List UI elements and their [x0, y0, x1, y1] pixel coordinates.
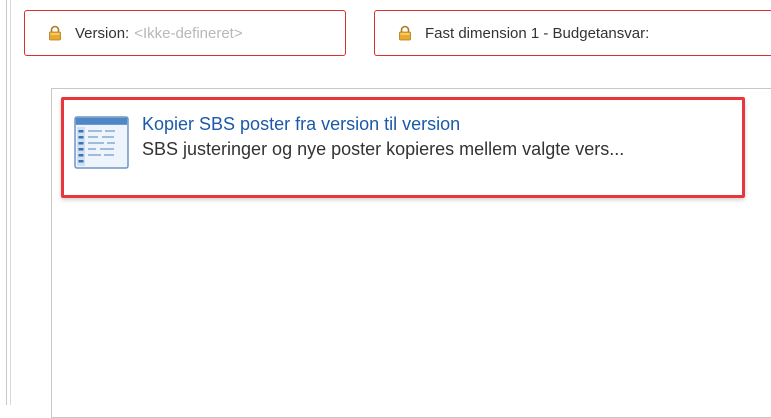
- item-title-link[interactable]: Kopier SBS poster fra version til versio…: [142, 114, 460, 135]
- item-description: SBS justeringer og nye poster kopieres m…: [142, 139, 625, 159]
- version-filter-value: <Ikke-defineret>: [134, 24, 243, 42]
- dimension-filter-button[interactable]: Fast dimension 1 - Budgetansvar:: [374, 10, 771, 56]
- lock-icon: [49, 25, 61, 41]
- table-document-icon: [74, 116, 129, 169]
- version-filter-button[interactable]: Version: <Ikke-defineret>: [24, 10, 346, 56]
- task-list-panel: Kopier SBS poster fra version til versio…: [51, 88, 771, 418]
- dimension-filter-label: Fast dimension 1 - Budgetansvar:: [425, 24, 650, 42]
- window-left-border: [6, 0, 7, 405]
- lock-icon: [399, 25, 411, 41]
- window-left-border-inner: [10, 0, 11, 405]
- version-filter-label: Version:: [75, 24, 130, 42]
- list-item[interactable]: Kopier SBS poster fra version til versio…: [61, 97, 745, 198]
